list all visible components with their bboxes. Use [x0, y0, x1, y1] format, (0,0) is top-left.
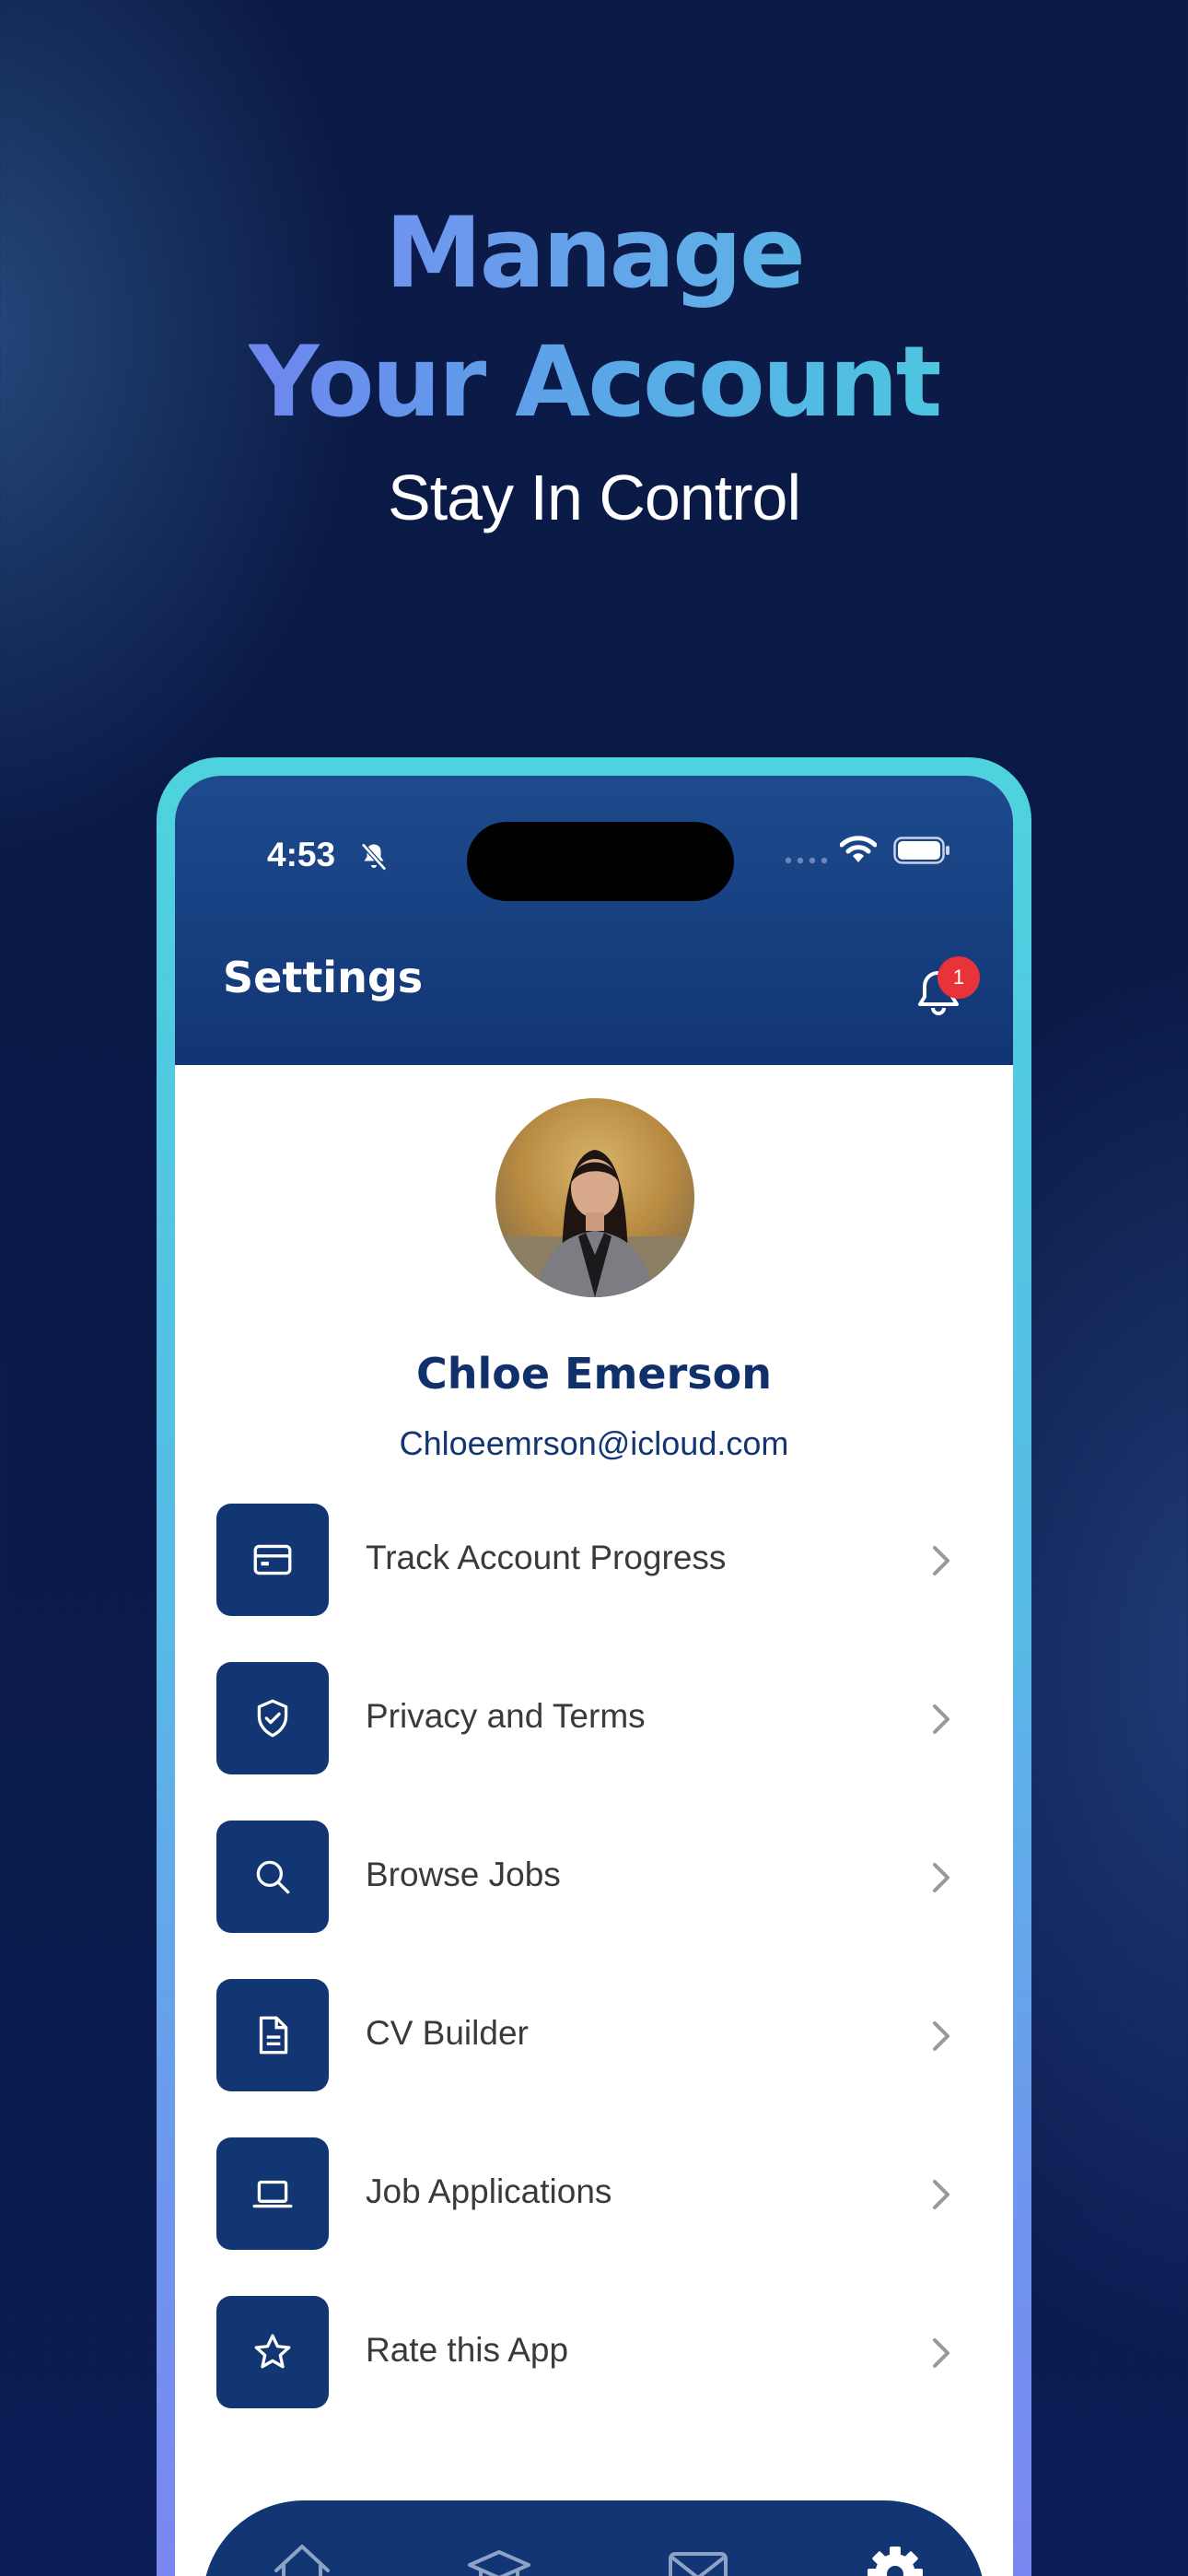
user-email: Chloeemrson@icloud.com [399, 1424, 789, 1462]
home-icon [274, 2545, 330, 2576]
menu-item-label: Job Applications [366, 2172, 612, 2210]
menu-item-privacy-and-terms[interactable]: Privacy and Terms [216, 1662, 972, 1821]
notification-badge: 1 [938, 956, 980, 999]
promo-subtitle: Stay In Control [388, 462, 801, 533]
menu-item-rate-this-app[interactable]: Rate this App [216, 2296, 972, 2454]
tab-settings[interactable] [860, 2537, 930, 2576]
menu-item-label: Rate this App [366, 2331, 569, 2369]
mail-icon [669, 2552, 728, 2576]
settings-menu: Track Account Progress Privacy and Terms… [216, 1504, 972, 2454]
star-icon [216, 2296, 329, 2408]
gear-icon [868, 2547, 923, 2576]
chevron-right-icon [926, 1542, 957, 1579]
promo-title-line2: Your Account [249, 318, 943, 447]
dynamic-island [467, 822, 734, 901]
page-title: Settings [223, 953, 424, 1002]
user-name: Chloe Emerson [415, 1349, 773, 1399]
tab-messages[interactable] [663, 2537, 733, 2576]
avatar[interactable] [495, 1098, 694, 1297]
menu-item-cv-builder[interactable]: CV Builder [216, 1979, 972, 2137]
menu-item-job-applications[interactable]: Job Applications [216, 2137, 972, 2296]
tab-home[interactable] [267, 2537, 337, 2576]
shield-check-icon [216, 1662, 329, 1774]
document-icon [216, 1979, 329, 2091]
app-screen: 4:53 Settings 1 Chloe Emerson Chloeemrso… [175, 776, 1013, 2576]
signal-icon [785, 851, 829, 864]
graduation-cap-icon [468, 2550, 530, 2576]
app-header: 4:53 Settings 1 [175, 776, 1013, 1065]
chevron-right-icon [926, 1701, 957, 1738]
wifi-icon [839, 835, 878, 864]
promo-header: Manage Your Account Stay In Control [0, 189, 1188, 539]
menu-item-label: Track Account Progress [366, 1539, 727, 1576]
notifications-button[interactable]: 1 [910, 956, 980, 1021]
bottom-tab-bar [203, 2500, 985, 2576]
promo-title-line1: Manage [385, 189, 806, 318]
chevron-right-icon [926, 2335, 957, 2371]
menu-item-label: Browse Jobs [366, 1856, 561, 1893]
card-icon [216, 1504, 329, 1616]
menu-item-label: Privacy and Terms [366, 1697, 646, 1735]
search-icon [216, 1821, 329, 1933]
tab-education[interactable] [464, 2537, 534, 2576]
chevron-right-icon [926, 1859, 957, 1896]
chevron-right-icon [926, 2176, 957, 2213]
phone-frame: 4:53 Settings 1 Chloe Emerson Chloeemrso… [157, 757, 1031, 2576]
menu-item-browse-jobs[interactable]: Browse Jobs [216, 1821, 972, 1979]
menu-item-track-account-progress[interactable]: Track Account Progress [216, 1504, 972, 1662]
chevron-right-icon [926, 2018, 957, 2055]
menu-item-label: CV Builder [366, 2014, 529, 2052]
laptop-icon [216, 2137, 329, 2250]
silent-mode-icon [357, 840, 390, 873]
battery-icon [893, 837, 950, 864]
status-time: 4:53 [267, 836, 336, 873]
